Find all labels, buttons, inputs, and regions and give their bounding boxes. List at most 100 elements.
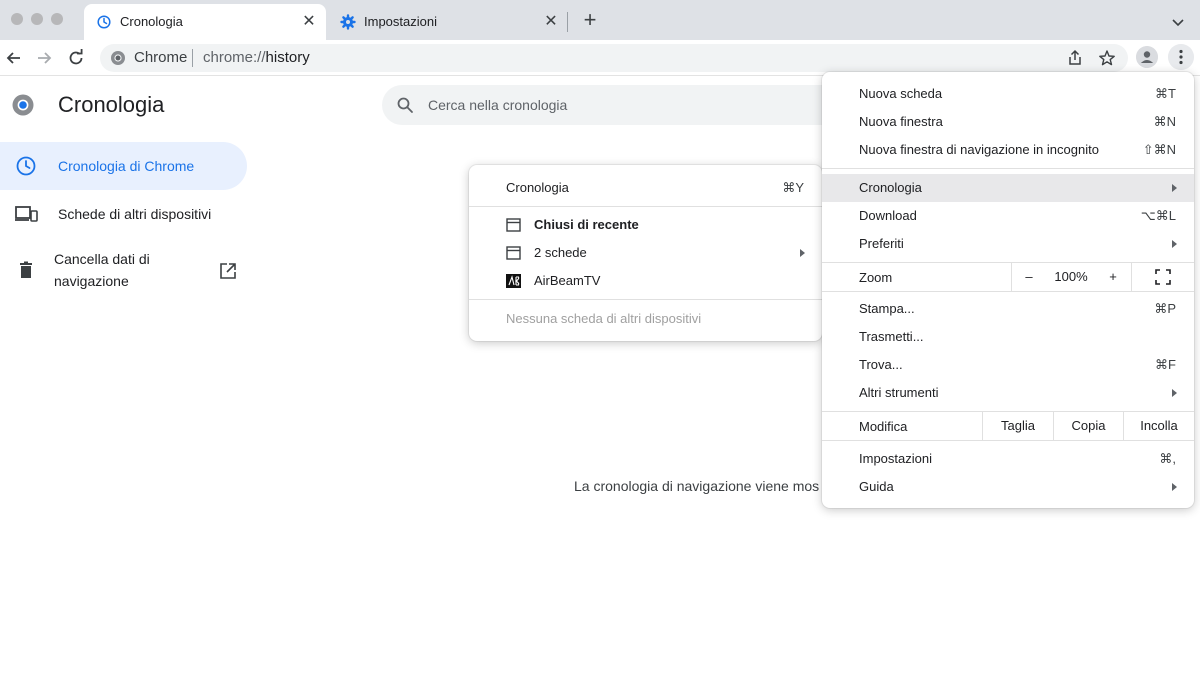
omnibox-site-label: Chrome <box>134 49 188 66</box>
menu-item-cast[interactable]: Trasmetti... <box>822 323 1194 351</box>
toolbar: Chrome chrome://history <box>0 40 1200 76</box>
menu-divider <box>822 168 1194 169</box>
chrome-main-menu: Nuova scheda ⌘T Nuova finestra ⌘N Nuova … <box>822 72 1194 508</box>
star-icon[interactable] <box>1098 49 1116 67</box>
omnibox-url[interactable]: chrome://history <box>203 50 310 66</box>
page-title: Cronologia <box>58 92 165 117</box>
fullscreen-icon <box>1155 269 1171 285</box>
history-search-bar[interactable] <box>382 85 852 125</box>
menu-item-help[interactable]: Guida <box>822 473 1194 501</box>
devices-icon <box>15 206 38 222</box>
browser-window: Cronologia ✕ Impostazioni ✕ + Chrome chr… <box>0 0 1200 675</box>
window-zoom-dot[interactable] <box>51 13 63 25</box>
tab-separator <box>567 12 568 32</box>
sidebar-item-label: Cancella dati di navigazione <box>54 251 150 289</box>
menu-item-label: Altri strumenti <box>859 385 939 400</box>
url-path: history <box>265 49 310 66</box>
submenu-item-no-devices: Nessuna scheda di altri dispositivi <box>469 305 822 333</box>
paste-button[interactable]: Incolla <box>1123 412 1194 440</box>
sidebar-item-other-devices[interactable]: Schede di altri dispositivi <box>0 196 247 232</box>
clock-icon <box>16 156 36 176</box>
menu-item-settings[interactable]: Impostazioni ⌘, <box>822 445 1194 473</box>
menu-item-label: Trasmetti... <box>859 329 924 344</box>
zoom-row: Zoom – 100% + <box>822 262 1194 292</box>
submenu-item-recently-closed: Chiusi di recente <box>469 211 822 239</box>
chevron-right-icon <box>1172 184 1177 192</box>
menu-item-label: Nuova finestra <box>859 114 943 129</box>
shortcut-label: ⌘Y <box>782 180 804 195</box>
menu-item-label: Chiusi di recente <box>534 217 639 232</box>
fullscreen-button[interactable] <box>1131 263 1194 291</box>
chevron-right-icon <box>1172 483 1177 491</box>
zoom-controls: – 100% + <box>1011 263 1131 291</box>
sidebar-item-clear-data[interactable]: Cancella dati di navigazione <box>0 246 247 294</box>
chevron-right-icon <box>1172 389 1177 397</box>
chevron-down-icon[interactable] <box>1168 12 1188 32</box>
zoom-level: 100% <box>1054 269 1088 284</box>
share-icon[interactable] <box>1066 49 1084 67</box>
menu-item-history[interactable]: Cronologia <box>822 174 1194 202</box>
window-icon <box>506 218 521 232</box>
menu-item-label: AirBeamTV <box>534 273 601 288</box>
shortcut-label: ⌥⌘L <box>1140 208 1176 223</box>
tab-title: Impostazioni <box>364 14 437 29</box>
menu-item-label: Nuova scheda <box>859 86 943 101</box>
menu-item-new-window[interactable]: Nuova finestra ⌘N <box>822 108 1194 136</box>
edit-row: Modifica Taglia Copia Incolla <box>822 411 1194 441</box>
menu-divider <box>469 206 822 207</box>
menu-item-more-tools[interactable]: Altri strumenti <box>822 379 1194 407</box>
close-icon[interactable]: ✕ <box>300 13 318 31</box>
window-close-dot[interactable] <box>11 13 23 25</box>
menu-item-label: Guida <box>859 479 894 494</box>
copy-button[interactable]: Copia <box>1053 412 1123 440</box>
cut-button[interactable]: Taglia <box>982 412 1053 440</box>
submenu-item-airbeamtv[interactable]: AirBeamTV <box>469 267 822 295</box>
trash-icon <box>20 261 32 278</box>
profile-avatar-icon[interactable] <box>1136 46 1158 68</box>
shortcut-label: ⌘, <box>1159 451 1176 466</box>
more-vert-icon[interactable] <box>1168 44 1194 70</box>
sidebar-item-label: Cronologia di Chrome <box>58 158 195 174</box>
menu-item-find[interactable]: Trova... ⌘F <box>822 351 1194 379</box>
shortcut-label: ⌘F <box>1155 357 1176 372</box>
tab-cronologia[interactable]: Cronologia ✕ <box>84 4 326 40</box>
submenu-item-two-tabs[interactable]: 2 schede <box>469 239 822 267</box>
chevron-right-icon <box>1172 240 1177 248</box>
window-minimize-dot[interactable] <box>31 13 43 25</box>
menu-item-label: Preferiti <box>859 236 904 251</box>
shortcut-label: ⌘N <box>1153 114 1176 129</box>
tab-title: Cronologia <box>120 14 183 29</box>
tab-impostazioni[interactable]: Impostazioni ✕ <box>328 4 568 40</box>
chrome-logo-icon <box>111 51 125 65</box>
menu-item-bookmarks[interactable]: Preferiti <box>822 230 1194 258</box>
empty-history-message: La cronologia di navigazione viene mos <box>574 478 820 494</box>
zoom-minus-button[interactable]: – <box>1012 263 1046 291</box>
new-tab-plus-icon[interactable]: + <box>578 9 602 33</box>
menu-item-print[interactable]: Stampa... ⌘P <box>822 295 1194 323</box>
menu-item-label: Trova... <box>859 357 903 372</box>
omnibox-separator <box>192 49 193 67</box>
menu-item-label: Cronologia <box>506 180 569 195</box>
menu-item-new-tab[interactable]: Nuova scheda ⌘T <box>822 80 1194 108</box>
menu-item-label: Stampa... <box>859 301 915 316</box>
menu-item-label: Download <box>859 208 917 223</box>
forward-arrow-icon[interactable] <box>34 48 54 68</box>
menu-item-new-incognito[interactable]: Nuova finestra di navigazione in incogni… <box>822 136 1194 164</box>
reload-icon[interactable] <box>66 48 86 68</box>
sidebar-item-chrome-history[interactable]: Cronologia di Chrome <box>0 142 247 190</box>
edit-label: Modifica <box>859 419 908 434</box>
back-arrow-icon[interactable] <box>4 48 24 68</box>
zoom-plus-button[interactable]: + <box>1096 263 1130 291</box>
sidebar-item-label: Schede di altri dispositivi <box>58 206 212 222</box>
airbeamtv-favicon-icon <box>506 274 521 288</box>
search-input[interactable] <box>428 93 828 117</box>
search-icon <box>397 97 413 113</box>
address-bar[interactable]: Chrome chrome://history <box>100 44 1128 72</box>
submenu-item-history[interactable]: Cronologia ⌘Y <box>469 174 822 202</box>
menu-item-label: Nessuna scheda di altri dispositivi <box>506 311 702 326</box>
close-icon[interactable]: ✕ <box>542 13 560 31</box>
menu-item-downloads[interactable]: Download ⌥⌘L <box>822 202 1194 230</box>
chevron-right-icon <box>800 249 805 257</box>
zoom-label: Zoom <box>859 270 893 285</box>
shortcut-label: ⇧⌘N <box>1142 142 1176 157</box>
